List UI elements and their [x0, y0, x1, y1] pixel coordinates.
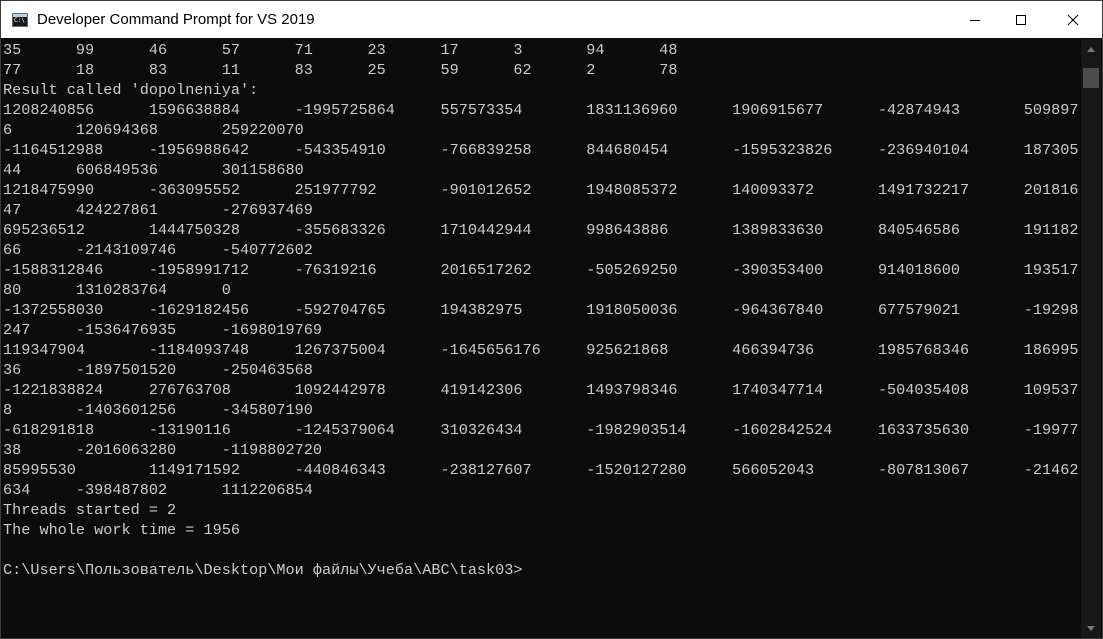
- title-bar[interactable]: Developer Command Prompt for VS 2019: [1, 1, 1102, 38]
- console-line: 1218475990 -363095552 251977792 -9010126…: [3, 181, 1079, 199]
- console-line: Result called 'dopolneniya':: [3, 81, 259, 99]
- console-line: -1588312846 -1958991712 -76319216 201651…: [3, 261, 1079, 279]
- console-line: -1221838824 276763708 1092442978 4191423…: [3, 381, 1079, 399]
- console-line: -1164512988 -1956988642 -543354910 -7668…: [3, 141, 1079, 159]
- chevron-down-icon: [1087, 625, 1095, 631]
- console-line: 47 424227861 -276937469: [3, 201, 313, 219]
- maximize-button[interactable]: [998, 1, 1044, 38]
- console-line: Threads started = 2: [3, 501, 177, 519]
- console-line: 77 18 83 11 83 25 59 62 2 78: [3, 61, 678, 79]
- console-output[interactable]: 35 99 46 57 71 23 17 3 94 48 77 18 83 11…: [3, 40, 1079, 638]
- chevron-up-icon: [1087, 46, 1095, 52]
- scrollbar-thumb[interactable]: [1083, 68, 1099, 88]
- maximize-icon: [1016, 14, 1026, 25]
- console-line: 44 606849536 301158680: [3, 161, 304, 179]
- console-window: Developer Command Prompt for VS 2019 35 …: [0, 0, 1103, 639]
- console-line: 80 1310283764 0: [3, 281, 231, 299]
- console-line: The whole work time = 1956: [3, 521, 240, 539]
- console-line: 634 -398487802 1112206854: [3, 481, 313, 499]
- console-line: 85995530 1149171592 -440846343 -23812760…: [3, 461, 1079, 479]
- close-button[interactable]: [1044, 1, 1102, 38]
- console-icon[interactable]: [12, 12, 28, 27]
- console-line: 35 99 46 57 71 23 17 3 94 48: [3, 41, 678, 59]
- scroll-up-button[interactable]: [1081, 39, 1101, 59]
- vertical-scrollbar[interactable]: [1081, 39, 1101, 638]
- console-line: 119347904 -1184093748 1267375004 -164565…: [3, 341, 1079, 359]
- console-line: 66 -2143109746 -540772602: [3, 241, 313, 259]
- scroll-down-button[interactable]: [1081, 618, 1101, 638]
- window-title: Developer Command Prompt for VS 2019: [37, 11, 315, 28]
- console-line: 695236512 1444750328 -355683326 17104429…: [3, 221, 1079, 239]
- console-line: 36 -1897501520 -250463568: [3, 361, 313, 379]
- console-line: 8 -1403601256 -345807190: [3, 401, 313, 419]
- console-line: 38 -2016063280 -1198802720: [3, 441, 322, 459]
- close-icon: [1067, 14, 1079, 25]
- console-line: 247 -1536476935 -1698019769: [3, 321, 322, 339]
- console-line: 6 120694368 259220070: [3, 121, 304, 139]
- console-line: -1372558030 -1629182456 -592704765 19438…: [3, 301, 1079, 319]
- console-line: 1208240856 1596638884 -1995725864 557573…: [3, 101, 1079, 119]
- console-line: -618291818 -13190116 -1245379064 3103264…: [3, 421, 1079, 439]
- minimize-icon: [970, 19, 980, 21]
- minimize-button[interactable]: [952, 1, 998, 38]
- command-prompt-line[interactable]: C:\Users\Пользователь\Desktop\Мои файлы\…: [3, 560, 1079, 580]
